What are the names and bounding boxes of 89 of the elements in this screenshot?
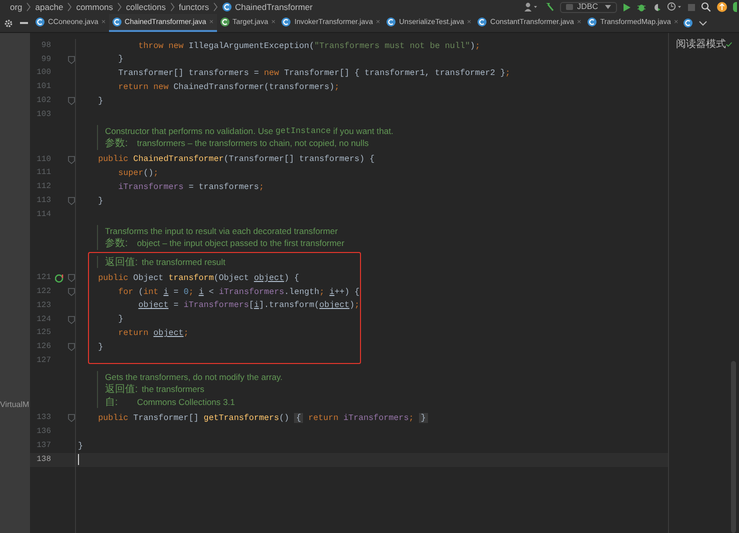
breadcrumb-item[interactable]: ChainedTransformer <box>234 0 313 14</box>
line-number: 110 <box>36 154 51 166</box>
chevron-right-icon <box>117 2 122 12</box>
line-number: 101 <box>36 81 51 94</box>
line-number: 126 <box>36 341 51 354</box>
line-number: 138 <box>36 454 51 466</box>
code-line: public ChainedTransformer(Transformer[] transformers) { <box>97 153 375 166</box>
config-icon <box>566 4 574 10</box>
run-icon[interactable] <box>623 2 631 12</box>
doc-comment-line: 返回值: the transformers <box>105 383 206 396</box>
line-number: 100 <box>36 67 51 80</box>
line-number: 137 <box>36 440 51 452</box>
breadcrumb-item[interactable]: collections <box>126 0 166 14</box>
breadcrumb-item[interactable]: apache <box>35 0 64 14</box>
reader-mode-label[interactable]: 阅读器模式 <box>676 37 726 52</box>
line-number: 114 <box>36 208 51 221</box>
check-icon <box>726 41 732 48</box>
fold-marker-icon[interactable] <box>68 343 75 352</box>
run-configuration-dropdown[interactable]: JDBC <box>560 2 617 12</box>
line-number: 103 <box>36 108 51 121</box>
code-line: public Transformer[] getTransformers() { return iTransformers; } <box>97 412 428 425</box>
code-line: } <box>97 94 104 108</box>
line-number: 111 <box>36 167 51 180</box>
settings-icon[interactable] <box>4 18 13 28</box>
fold-marker-icon[interactable] <box>68 197 75 206</box>
fold-marker-icon[interactable] <box>68 274 75 282</box>
breadcrumb-item[interactable]: org <box>10 0 22 14</box>
scrollbar-thumb[interactable] <box>731 361 736 533</box>
fold-marker-icon[interactable] <box>68 97 75 106</box>
line-number: 98 <box>40 40 51 52</box>
doc-comment-line: Transforms the input to result via each decorated transformer <box>105 224 339 238</box>
breadcrumb-item[interactable]: functors <box>178 0 209 14</box>
doc-comment-line: 参数: object – the input object passed to the first transformer <box>105 237 344 250</box>
doc-comment-line: 自: Commons Collections 3.1 <box>105 396 236 408</box>
line-number: 125 <box>36 327 51 340</box>
fold-marker-icon[interactable] <box>68 316 75 324</box>
line-number: 112 <box>36 181 51 194</box>
text-caret <box>78 454 79 466</box>
doc-comment-line: 返回值: the transformed result <box>105 256 226 268</box>
chevron-right-icon <box>26 2 32 12</box>
fold-marker-icon[interactable] <box>68 156 75 164</box>
fold-marker-icon[interactable] <box>68 56 75 64</box>
update-icon[interactable] <box>717 2 727 12</box>
line-number: 124 <box>36 314 51 326</box>
code-line: return object; <box>117 327 189 340</box>
stop-icon[interactable] <box>688 4 695 10</box>
doc-comment-line: Constructor that performs no validation. Use getInstance if you want that. <box>105 124 394 138</box>
coverage-icon[interactable] <box>652 2 661 12</box>
code-line: super(); <box>117 167 158 180</box>
fold-marker-icon[interactable] <box>68 414 75 422</box>
code-line: return new ChainedTransformer(transformers); <box>117 80 340 94</box>
line-number: 127 <box>36 354 51 367</box>
hammer-icon[interactable] <box>544 2 554 12</box>
code-line: } <box>117 313 124 326</box>
user-icon[interactable] <box>524 2 538 12</box>
doc-comment-line: 参数: transformers – the transformers to chain, not copied, no nulls <box>105 137 370 150</box>
chevron-right-icon <box>170 2 175 12</box>
code-line: Transformer[] transformers = new Transformer[] { transformer1, transformer2 }; <box>117 67 510 80</box>
code-line: object = iTransformers[i].transform(object); <box>137 299 360 312</box>
line-number: 123 <box>36 300 51 312</box>
code-line: } <box>78 440 84 452</box>
fold-marker-icon[interactable] <box>68 288 75 296</box>
line-number: 102 <box>36 95 51 108</box>
bug-icon[interactable] <box>637 2 646 12</box>
chevron-right-icon <box>212 2 218 12</box>
code-line: iTransformers = transformers; <box>117 180 264 194</box>
class-icon <box>222 2 232 12</box>
doc-comment-line: Gets the transformers, do not modify the array. <box>105 370 283 384</box>
chevron-down-icon[interactable] <box>699 20 708 26</box>
line-number: 113 <box>36 195 51 208</box>
line-number: 136 <box>36 426 51 438</box>
breadcrumb-item[interactable]: commons <box>76 0 114 14</box>
panel-label[interactable]: VirtualM <box>0 399 30 411</box>
line-number: 122 <box>36 286 51 298</box>
line-number: 99 <box>40 54 51 66</box>
profiler-icon[interactable] <box>667 2 682 12</box>
plugin-icon[interactable] <box>733 2 737 12</box>
chevron-right-icon <box>67 2 72 12</box>
code-line: throw new IllegalArgumentException("Transformers must not be null"); <box>137 40 480 52</box>
code-line: for (int i = 0; i < iTransformers.length; i++) { <box>117 286 360 298</box>
code-line: } <box>117 53 124 66</box>
search-icon[interactable] <box>701 2 711 12</box>
class-icon <box>683 18 694 28</box>
caret-icon <box>605 5 611 9</box>
line-number: 121 <box>36 272 51 284</box>
code-line: } <box>97 340 104 354</box>
line-number: 133 <box>36 412 51 424</box>
code-line: } <box>97 194 104 208</box>
code-line: public Object transform(Object object) { <box>97 272 300 284</box>
